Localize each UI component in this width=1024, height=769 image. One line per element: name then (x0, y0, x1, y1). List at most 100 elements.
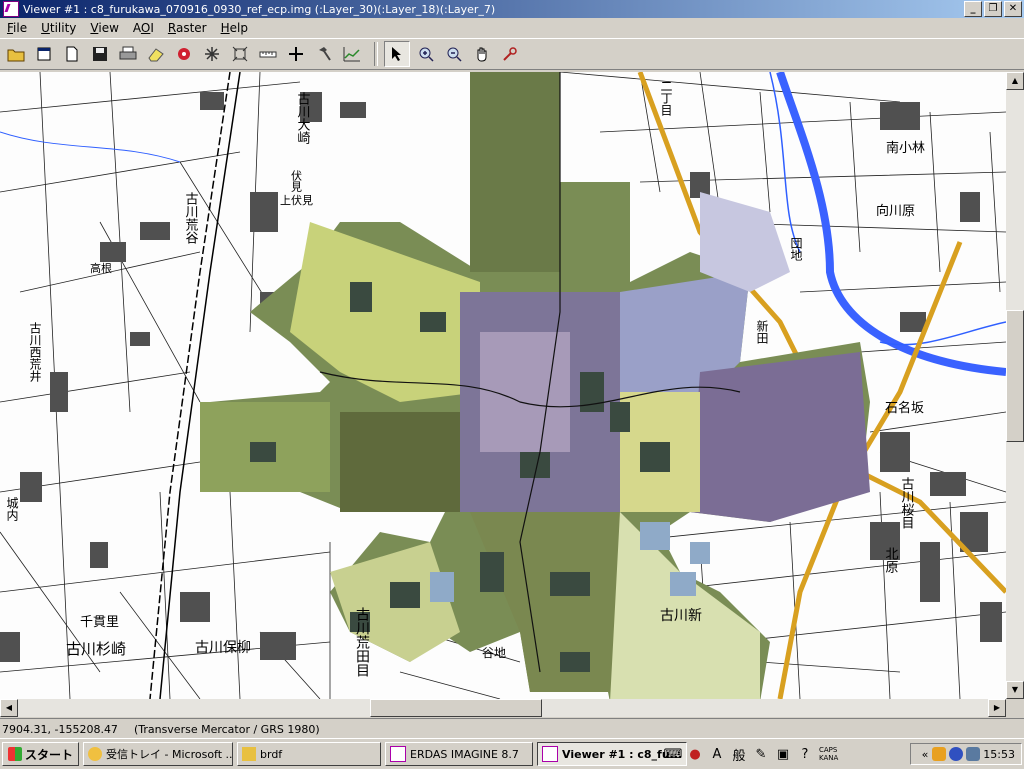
horizontal-scroll-thumb[interactable] (370, 699, 542, 717)
map-label: 上伏見 (280, 193, 313, 207)
maximize-button[interactable]: ❐ (984, 1, 1002, 17)
map-label: 城内 (5, 497, 19, 521)
map-label: 古川荒田目 (354, 607, 370, 677)
close-button[interactable]: ✕ (1004, 1, 1022, 17)
menu-view-label: iew (98, 20, 119, 35)
caps-indicator: CAPS (819, 746, 838, 754)
windows-flag-icon (8, 747, 22, 761)
measure-icon[interactable] (256, 42, 280, 66)
map-label: 向川原 (876, 203, 915, 219)
map-label: 南小林 (886, 140, 925, 156)
menu-help-label: elp (229, 20, 248, 35)
erdas-icon (390, 746, 407, 762)
new-viewer-icon[interactable] (32, 42, 56, 66)
task-brdf-folder[interactable]: brdf (237, 742, 382, 766)
scroll-left-button[interactable]: ◀ (0, 699, 18, 717)
menu-view[interactable]: View (83, 21, 125, 35)
status-bar: 7904.31, -155208.47 (Transverse Mercator… (0, 718, 1024, 739)
ime-tools-icon[interactable]: ✎ (753, 746, 769, 762)
task-outlook[interactable]: 受信トレイ - Microsoft ... (83, 742, 234, 766)
horizontal-scrollbar[interactable]: ◀ ▶ (0, 699, 1006, 717)
ime-toolbar: ⌨ ● A 般 ✎ ▣ ? CAPS KANA (664, 743, 839, 765)
system-tray: « 15:53 (910, 743, 1022, 765)
window-titlebar[interactable]: Viewer #1 : c8_furukawa_070916_0930_ref_… (0, 0, 1024, 18)
task-label: ERDAS IMAGINE 8.7 (410, 747, 519, 761)
map-label: 団地 (789, 237, 803, 261)
menu-utility-label: tility (49, 20, 77, 35)
print-icon[interactable] (116, 42, 140, 66)
map-label: 高根 (90, 261, 112, 275)
viewer-app-icon[interactable] (3, 1, 19, 17)
toolbar-separator (374, 42, 378, 66)
scroll-right-button[interactable]: ▶ (988, 699, 1006, 717)
open-folder-icon[interactable] (4, 42, 28, 66)
zoom-in-icon[interactable] (414, 42, 438, 66)
map-label: 千貫里 (80, 615, 119, 630)
keyboard-icon[interactable]: ⌨ (664, 746, 683, 762)
map-svg: 古川大崎 古川荒谷 伏見 上伏見 高根 古川西荒井 南小林 向川原 団地 新田 … (0, 72, 1006, 699)
menu-aoi-mnemonic: O (140, 20, 151, 35)
minimize-button[interactable]: _ (964, 1, 982, 17)
tray-network-icon[interactable] (949, 747, 964, 761)
ime-mode[interactable]: A (709, 746, 725, 762)
help-icon[interactable]: ? (797, 746, 813, 762)
start-label: スタート (25, 747, 74, 762)
hammer-icon[interactable] (312, 42, 336, 66)
tray-expand-arrow[interactable]: « (922, 748, 929, 761)
menu-help[interactable]: Help (214, 21, 255, 35)
kana-indicator: KANA (819, 754, 839, 762)
ime-conversion[interactable]: 般 (731, 746, 747, 764)
document-icon[interactable] (60, 42, 84, 66)
outlook-icon (88, 747, 103, 761)
task-erdas-imagine[interactable]: ERDAS IMAGINE 8.7 (385, 742, 534, 766)
caps-kana-indicator: CAPS KANA (819, 746, 838, 762)
clock[interactable]: 15:53 (983, 748, 1015, 761)
menu-file[interactable]: File (0, 21, 34, 35)
start-button[interactable]: スタート (2, 742, 80, 766)
scroll-down-button[interactable]: ▼ (1006, 681, 1024, 699)
menu-utility[interactable]: Utility (34, 21, 83, 35)
map-label: 伏見 (290, 169, 303, 192)
map-label: 新田 (755, 319, 769, 344)
menu-bar: File Utility View AOI Raster Help (0, 18, 1024, 37)
vertical-scroll-thumb[interactable] (1006, 310, 1024, 442)
fit-extent-icon[interactable] (228, 42, 252, 66)
inquire-icon[interactable] (498, 42, 522, 66)
profile-icon[interactable] (340, 42, 364, 66)
menu-aoi[interactable]: AOI (126, 21, 161, 35)
map-label: 北原 (883, 547, 899, 573)
eraser-icon[interactable] (144, 42, 168, 66)
tray-monitor-icon[interactable] (966, 747, 981, 761)
map-label: 谷地 (482, 646, 506, 660)
save-icon[interactable] (88, 42, 112, 66)
select-arrow-icon[interactable] (384, 41, 410, 67)
map-viewer-canvas[interactable]: 古川大崎 古川荒谷 伏見 上伏見 高根 古川西荒井 南小林 向川原 団地 新田 … (0, 72, 1006, 699)
task-label: brdf (260, 747, 283, 761)
cursor-coordinates: 7904.31, -155208.47 (2, 722, 118, 736)
menu-aoi-prefix: A (132, 20, 141, 35)
menu-raster[interactable]: Raster (161, 21, 214, 35)
projection-info: (Transverse Mercator / GRS 1980) (133, 722, 320, 736)
scroll-up-button[interactable]: ▲ (1006, 72, 1024, 90)
viewer-toolbar (0, 38, 1024, 70)
zoom-out-icon[interactable] (442, 42, 466, 66)
task-label: 受信トレイ - Microsoft ... (106, 748, 234, 761)
menu-raster-mnemonic: R (167, 20, 176, 35)
map-label: 二丁目 (659, 80, 673, 116)
pan-hand-icon[interactable] (470, 42, 494, 66)
ime-pad-icon[interactable]: ● (687, 746, 703, 762)
menu-raster-label: aster (175, 20, 207, 35)
map-label: 古川杉崎 (66, 640, 126, 658)
satellite-image-overlay (200, 72, 870, 699)
window-title: Viewer #1 : c8_furukawa_070916_0930_ref_… (23, 2, 496, 16)
tray-app-icon[interactable] (932, 747, 947, 761)
menu-aoi-label: I (150, 20, 154, 35)
vertical-scrollbar[interactable]: ▲ ▼ (1006, 72, 1024, 699)
starburst-icon[interactable] (200, 42, 224, 66)
scrollbar-corner (1006, 699, 1024, 717)
map-label: 古川新 (660, 608, 702, 624)
crosshair-icon[interactable] (284, 42, 308, 66)
ime-dictionary-icon[interactable]: ▣ (775, 746, 791, 762)
windows-taskbar: スタート 受信トレイ - Microsoft ... brdf ERDAS IM… (0, 738, 1024, 769)
aoi-info-icon[interactable] (172, 42, 196, 66)
